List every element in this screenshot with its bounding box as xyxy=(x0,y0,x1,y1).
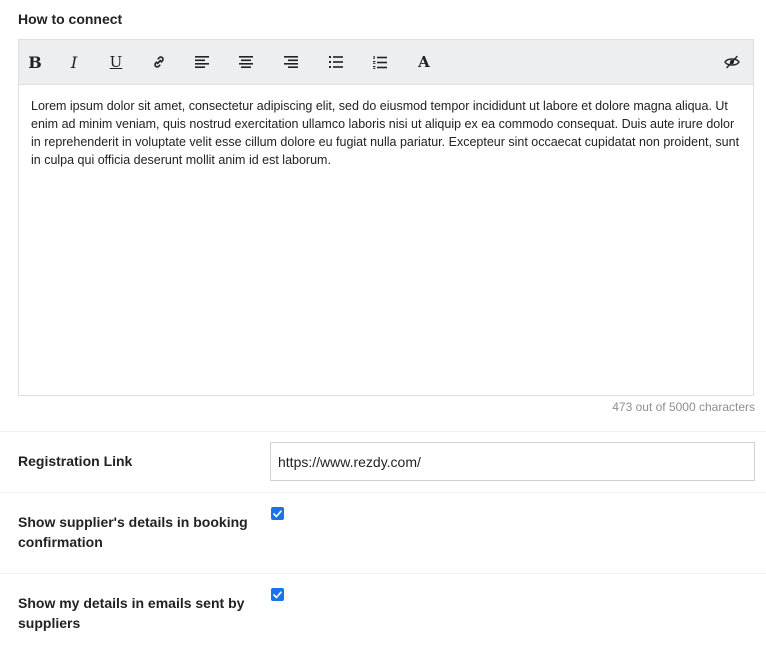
my-details-checkbox[interactable] xyxy=(271,588,284,601)
align-left-button[interactable] xyxy=(187,40,217,84)
editor-toolbar: B I U A xyxy=(19,40,753,85)
supplier-details-label-line1: Show supplier's details in booking xyxy=(18,514,248,530)
bold-icon: B xyxy=(28,52,42,72)
divider xyxy=(0,573,766,574)
character-count: 473 out of 5000 characters xyxy=(612,400,755,414)
italic-icon: I xyxy=(70,52,78,72)
align-right-icon xyxy=(284,56,298,68)
eye-off-icon xyxy=(724,55,740,69)
supplier-details-checkbox[interactable] xyxy=(271,507,284,520)
how-to-connect-title: How to connect xyxy=(18,11,123,27)
bold-button[interactable]: B xyxy=(20,40,50,84)
font-format-button[interactable]: A xyxy=(409,40,439,84)
my-details-label-line2: suppliers xyxy=(18,615,81,631)
checkmark-icon xyxy=(273,509,282,517)
rich-text-editor: B I U A Lorem ipsum dolor sit amet, cons… xyxy=(18,39,754,396)
align-left-icon xyxy=(195,56,209,68)
supplier-details-label-line2: confirmation xyxy=(18,534,103,550)
underline-icon: U xyxy=(109,53,123,71)
my-details-label-line1: Show my details in emails sent by xyxy=(18,595,245,611)
align-center-button[interactable] xyxy=(231,40,261,84)
align-center-icon xyxy=(239,56,253,68)
bullet-list-icon xyxy=(329,56,343,68)
divider xyxy=(0,431,766,432)
italic-button[interactable]: I xyxy=(59,40,89,84)
bullet-list-button[interactable] xyxy=(321,40,351,84)
registration-link-input[interactable] xyxy=(270,442,755,481)
numbered-list-icon xyxy=(373,55,387,69)
my-details-label: Show my details in emails sent by suppli… xyxy=(18,593,244,633)
link-button[interactable] xyxy=(144,40,174,84)
supplier-details-label: Show supplier's details in booking confi… xyxy=(18,512,248,552)
align-right-button[interactable] xyxy=(276,40,306,84)
checkmark-icon xyxy=(273,590,282,598)
editor-content[interactable]: Lorem ipsum dolor sit amet, consectetur … xyxy=(19,85,753,181)
toggle-preview-button[interactable] xyxy=(717,40,747,84)
numbered-list-button[interactable] xyxy=(365,40,395,84)
font-icon: A xyxy=(418,53,430,71)
underline-button[interactable]: U xyxy=(101,40,131,84)
registration-link-label: Registration Link xyxy=(18,453,133,469)
divider xyxy=(0,492,766,493)
link-icon xyxy=(154,56,164,68)
